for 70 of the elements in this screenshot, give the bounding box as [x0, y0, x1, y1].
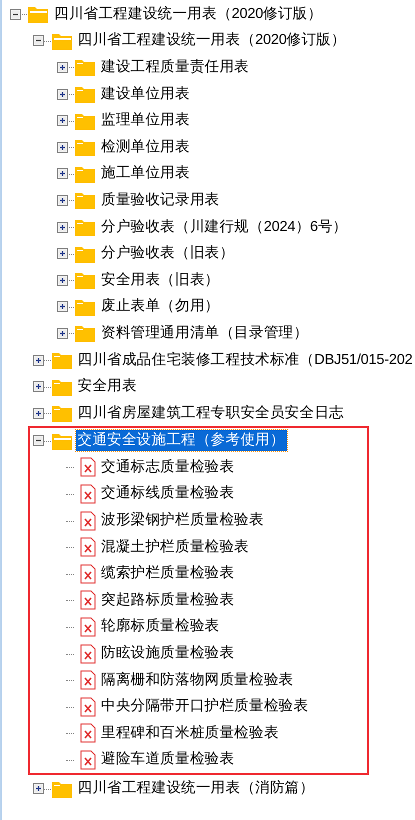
expand-toggle[interactable] [33, 783, 44, 794]
expand-toggle[interactable] [56, 88, 68, 100]
tree-item[interactable]: 四川省工程建设统一用表（2020修订版） [76, 30, 348, 52]
expand-toggle[interactable] [56, 301, 68, 312]
tree-item[interactable]: 监理单位用表 [99, 110, 192, 132]
tree-item[interactable]: 隔离栅和防落物网质量检验表 [99, 670, 296, 691]
tree-item[interactable]: 分户验收表（旧表） [99, 243, 236, 264]
expand-toggle[interactable] [33, 354, 44, 366]
excel-file-icon [80, 616, 96, 637]
tree-item[interactable]: 里程碑和百米桩质量检验表 [99, 722, 281, 744]
folder-icon [74, 84, 96, 104]
tree-item[interactable]: 防眩设施质量检验表 [99, 643, 236, 664]
expand-toggle[interactable] [56, 248, 68, 260]
collapse-toggle[interactable] [33, 35, 44, 46]
expand-toggle[interactable] [56, 168, 68, 180]
expand-toggle[interactable] [56, 62, 68, 73]
folder-icon [74, 217, 96, 238]
expand-toggle[interactable] [56, 194, 68, 206]
tree-item[interactable]: 四川省工程建设统一用表（2020修订版） [52, 4, 324, 25]
excel-file-icon [80, 457, 96, 478]
tree-item[interactable]: 波形梁钢护栏质量检验表 [99, 510, 266, 532]
tree-item[interactable]: 安全用表（旧表） [99, 270, 222, 291]
tree-item[interactable]: 分户验收表（川建行规（2024）6号） [99, 216, 350, 238]
tree-item[interactable]: 混凝土护栏质量检验表 [99, 536, 252, 558]
folder-icon [74, 57, 96, 78]
tree-item[interactable]: 避险车道质量检验表 [99, 749, 236, 770]
tree-item[interactable]: 交通安全设施工程（参考使用） [76, 430, 287, 452]
excel-file-icon [80, 723, 96, 744]
tree-item[interactable]: 施工单位用表 [99, 163, 192, 184]
tree-item[interactable]: 资料管理通用清单（目录管理） [99, 322, 310, 344]
tree-item[interactable]: 四川省工程建设统一用表（消防篇） [76, 778, 316, 800]
tree-item[interactable]: 建设单位用表 [99, 84, 192, 105]
collapse-toggle[interactable] [10, 8, 20, 20]
tree-item[interactable]: 废止表单（勿用） [99, 296, 222, 318]
tree-item[interactable]: 质量验收记录用表 [99, 190, 222, 211]
excel-file-icon [80, 537, 96, 558]
tree-item[interactable]: 安全用表 [76, 376, 139, 398]
tree-item[interactable]: 检测单位用表 [99, 136, 192, 158]
collapse-toggle[interactable] [33, 435, 44, 446]
folder-icon [50, 350, 72, 370]
excel-file-icon [80, 564, 96, 584]
tree-item[interactable]: 交通标志质量检验表 [99, 456, 236, 478]
excel-file-icon [80, 644, 96, 664]
open-folder-icon [27, 4, 49, 24]
folder-icon [74, 323, 96, 344]
tree-item[interactable]: 轮廓标质量检验表 [99, 616, 222, 638]
tree-item[interactable]: 突起路标质量检验表 [99, 590, 236, 611]
tree-item[interactable]: 建设工程质量责任用表 [99, 56, 252, 78]
expand-toggle[interactable] [56, 274, 68, 286]
excel-file-icon [80, 484, 96, 504]
tree-item[interactable]: 中央分隔带开口护栏质量检验表 [99, 696, 310, 718]
folder-icon [74, 270, 96, 290]
excel-file-icon [80, 590, 96, 610]
expand-toggle[interactable] [56, 142, 68, 153]
expand-toggle[interactable] [33, 381, 44, 392]
tree-item[interactable]: 缆索护栏质量检验表 [99, 563, 236, 584]
tree-item[interactable]: 交通标线质量检验表 [99, 483, 236, 504]
folder-icon [50, 403, 72, 424]
tree-item[interactable]: 四川省成品住宅装修工程技术标准（DBJ51/015-202 [76, 350, 414, 371]
expand-toggle[interactable] [33, 408, 44, 419]
excel-file-icon [80, 696, 96, 717]
expand-toggle[interactable] [56, 115, 68, 126]
expand-toggle[interactable] [56, 222, 68, 233]
folder-icon [74, 190, 96, 210]
excel-file-icon [80, 510, 96, 531]
tree-item[interactable]: 四川省房屋建筑工程专职安全员安全日志 [76, 402, 346, 424]
folder-icon [74, 137, 96, 158]
expand-toggle[interactable] [56, 328, 68, 339]
excel-file-icon [80, 670, 96, 690]
excel-file-icon [80, 750, 96, 770]
